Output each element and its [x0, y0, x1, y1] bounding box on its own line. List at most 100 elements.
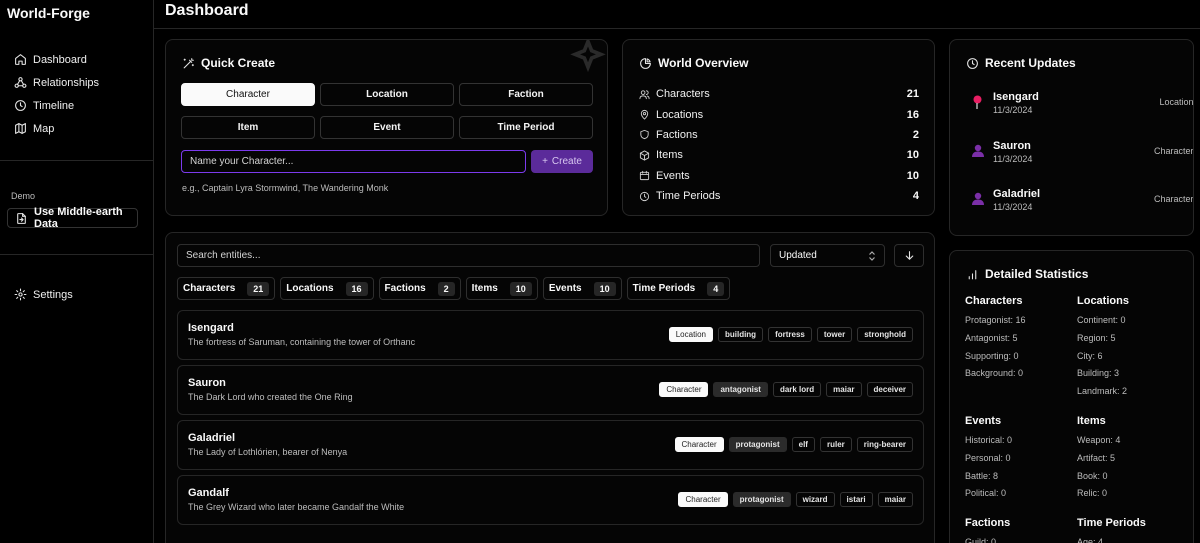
box-icon — [639, 150, 650, 161]
sparkles-icon — [570, 40, 606, 73]
filter-tab-characters[interactable]: Characters 21 — [177, 277, 276, 300]
count-badge: 21 — [247, 281, 270, 296]
tag: maiar — [826, 382, 862, 397]
sidebar-item-settings[interactable]: Settings — [0, 283, 153, 306]
world-overview-card: World Overview Characters 21 Locations 1… — [622, 39, 935, 216]
overview-row-characters: Characters 21 — [639, 84, 919, 104]
count-badge: 16 — [345, 281, 368, 296]
sidebar-item-dashboard[interactable]: Dashboard — [0, 48, 153, 71]
tag: deceiver — [866, 382, 913, 397]
sidebar-item-map[interactable]: Map — [0, 117, 153, 140]
type-tag: Character — [659, 382, 709, 397]
overview-row-time-periods: Time Periods 4 — [639, 186, 919, 206]
sort-select[interactable]: Updated — [770, 244, 885, 267]
type-button-character[interactable]: Character — [181, 83, 315, 106]
type-tag: Character — [678, 492, 728, 507]
type-button-time-period[interactable]: Time Period — [459, 116, 593, 139]
type-button-item[interactable]: Item — [181, 116, 315, 139]
recent-update-item[interactable]: Galadriel 11/3/2024 Characters — [970, 185, 1193, 234]
overview-row-items: Items 10 — [639, 145, 919, 165]
entity-tags: Location building fortress tower strongh… — [668, 327, 913, 342]
entity-name-input[interactable] — [181, 150, 526, 173]
entity-description: The Dark Lord who created the One Ring — [188, 392, 353, 402]
type-button-location[interactable]: Location — [320, 83, 454, 106]
filter-tab-locations[interactable]: Locations 16 — [280, 277, 374, 300]
tag: stronghold — [857, 327, 913, 342]
gear-icon — [14, 288, 27, 301]
example-hint: e.g., Captain Lyra Stormwind, The Wander… — [182, 183, 389, 193]
user-icon — [972, 192, 984, 205]
arrow-down-icon — [903, 249, 916, 262]
count-badge: 4 — [707, 281, 725, 296]
sidebar-nav: Dashboard Relationships Timeline Map — [0, 48, 153, 140]
recent-updates-card: Recent Updates Isengard 11/3/2024 Locati… — [949, 39, 1194, 236]
demo-section-label: Demo — [11, 191, 36, 201]
tag: ring-bearer — [856, 437, 913, 452]
entity-row[interactable]: Galadriel The Lady of Lothlórien, bearer… — [177, 420, 924, 470]
bar-chart-icon — [966, 268, 979, 281]
use-demo-data-button[interactable]: Use Middle-earth Data — [7, 206, 138, 230]
sidebar-item-relationships[interactable]: Relationships — [0, 71, 153, 94]
tag: protagonist — [732, 492, 791, 507]
entity-row[interactable]: Isengard The fortress of Saruman, contai… — [177, 310, 924, 360]
type-button-faction[interactable]: Faction — [459, 83, 593, 106]
sidebar-item-label: Timeline — [33, 99, 75, 112]
entity-row[interactable]: Sauron The Dark Lord who created the One… — [177, 365, 924, 415]
create-button[interactable]: + Create — [531, 150, 593, 173]
entity-description: The Lady of Lothlórien, bearer of Nenya — [188, 447, 348, 457]
user-icon — [972, 144, 984, 157]
recent-update-item[interactable]: Sauron 11/3/2024 Characters — [970, 137, 1193, 186]
quick-create-card: Quick Create Character Location Faction … — [165, 39, 608, 216]
entity-description: The Grey Wizard who later became Gandalf… — [188, 502, 405, 512]
filter-tab-events[interactable]: Events 10 — [542, 277, 622, 300]
stat-group-time-periods: Time Periods Age: 4 — [1077, 517, 1146, 543]
entity-search-input[interactable] — [177, 244, 760, 267]
recent-updates-title: Recent Updates — [966, 56, 1076, 70]
detailed-statistics-card: Detailed Statistics Characters Protagoni… — [949, 250, 1194, 543]
entities-card: Updated Characters21 Locations16 Faction… — [165, 232, 935, 543]
count-badge: 10 — [509, 281, 532, 296]
sidebar-divider — [0, 254, 153, 255]
tag: building — [717, 327, 764, 342]
recent-updates-list: Isengard 11/3/2024 Locations Sauron 11/3… — [970, 88, 1193, 234]
overview-row-locations: Locations 16 — [639, 104, 919, 124]
overview-row-events: Events 10 — [639, 166, 919, 186]
sidebar-item-timeline[interactable]: Timeline — [0, 94, 153, 117]
file-import-icon — [15, 212, 28, 225]
tag: ruler — [819, 437, 852, 452]
recent-update-item[interactable]: Isengard 11/3/2024 Locations — [970, 88, 1193, 137]
world-overview-title: World Overview — [639, 56, 748, 70]
use-demo-data-label: Use Middle-earth Data — [34, 206, 123, 230]
entity-name: Isengard — [188, 322, 234, 334]
stat-group-locations: Locations Continent: 0 Region: 5 City: 6… — [1077, 295, 1129, 397]
sidebar-item-label: Relationships — [33, 76, 100, 89]
overview-list: Characters 21 Locations 16 Factions 2 It… — [639, 84, 919, 206]
overview-row-factions: Factions 2 — [639, 125, 919, 145]
page-title: Dashboard — [165, 2, 249, 19]
calendar-icon — [639, 170, 650, 181]
quick-create-title: Quick Create — [182, 56, 275, 70]
tag: wizard — [795, 492, 835, 507]
stat-group-items: Items Weapon: 4 Artifact: 5 Book: 0 Reli… — [1077, 414, 1121, 499]
filter-tab-time-periods[interactable]: Time Periods 4 — [626, 277, 731, 300]
entity-name: Galadriel — [188, 432, 236, 444]
tag: tower — [816, 327, 853, 342]
sidebar-item-label: Settings — [33, 288, 73, 301]
tag: protagonist — [728, 437, 787, 452]
entity-description: The fortress of Saruman, containing the … — [188, 337, 416, 347]
stat-group-characters: Characters Protagonist: 16 Antagonist: 5… — [965, 295, 1026, 379]
statistics-grid: Characters Protagonist: 16 Antagonist: 5… — [965, 295, 1185, 543]
filter-tab-factions[interactable]: Factions 2 — [378, 277, 461, 300]
clock-icon — [639, 191, 650, 202]
entity-name: Sauron — [188, 377, 226, 389]
entity-filter-tabs: Characters 21 Locations 16 Factions 2 Items… — [177, 277, 731, 300]
map-pin-icon — [639, 109, 650, 120]
entity-row[interactable]: Gandalf The Grey Wizard who later became… — [177, 475, 924, 525]
sort-direction-button[interactable] — [894, 244, 924, 267]
stat-group-factions: Factions Guild: 0 — [965, 517, 1011, 543]
type-button-event[interactable]: Event — [320, 116, 454, 139]
filter-tab-items[interactable]: Items 10 — [465, 277, 538, 300]
tag: antagonist — [713, 382, 768, 397]
tag: dark lord — [772, 382, 822, 397]
home-icon — [14, 53, 27, 66]
